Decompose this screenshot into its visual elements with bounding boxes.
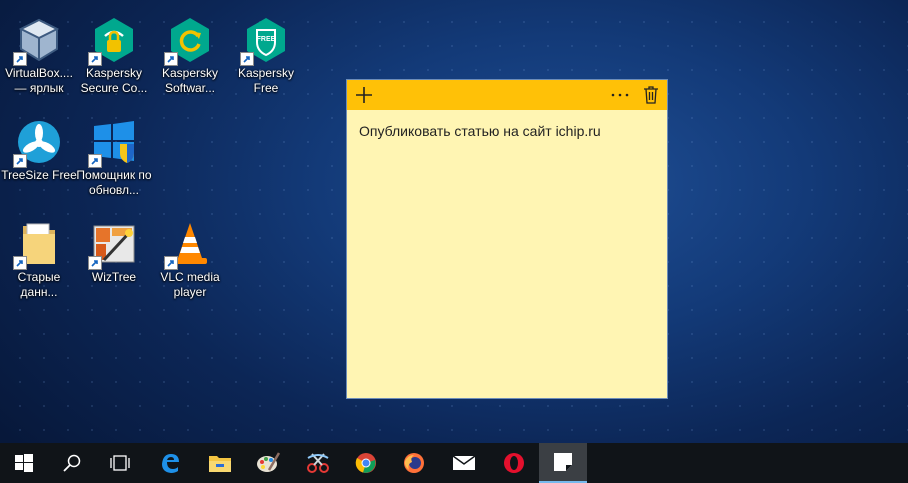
shortcut-arrow-icon: [13, 154, 27, 168]
desktop-icon-label: VirtualBox.... — ярлык: [5, 66, 73, 95]
folder-icon: [13, 220, 63, 270]
add-note-button[interactable]: [349, 80, 379, 110]
taskbar-file-explorer[interactable]: [196, 443, 244, 483]
desktop-icon-update-assistant[interactable]: Помощник по обновл...: [75, 112, 153, 198]
shortcut-arrow-icon: [13, 256, 27, 270]
shortcut-arrow-icon: [164, 52, 178, 66]
search-button[interactable]: [48, 443, 96, 483]
shortcut-arrow-icon: [88, 52, 102, 66]
shortcut-arrow-icon: [88, 256, 102, 270]
start-icon: [15, 454, 33, 472]
desktop-icon-label: WizTree: [91, 270, 137, 284]
opera-icon: [504, 453, 524, 473]
sticky-notes-icon: [554, 453, 572, 471]
windows-update-assistant-icon: [88, 118, 138, 168]
desktop-icon-label: Kaspersky Secure Co...: [80, 66, 148, 95]
taskbar-firefox[interactable]: [390, 443, 438, 483]
taskbar-edge[interactable]: [146, 443, 194, 483]
kaspersky-secure-connection-icon: [88, 16, 138, 66]
taskbar-snipping-tool[interactable]: [294, 443, 342, 483]
taskbar-paint[interactable]: [244, 443, 292, 483]
desktop-icon-label: Старые данн...: [17, 270, 61, 299]
desktop-icon-label: Kaspersky Free: [237, 66, 295, 95]
desktop-icon-label: TreeSize Free: [1, 168, 77, 182]
start-button[interactable]: [0, 443, 48, 483]
shortcut-arrow-icon: [13, 52, 27, 66]
snipping-tool-icon: [307, 453, 329, 473]
trash-icon: [644, 86, 658, 104]
firefox-icon: [404, 453, 424, 473]
vlc-icon: [164, 220, 214, 270]
desktop-icon-kaspersky-secure[interactable]: Kaspersky Secure Co...: [75, 10, 153, 96]
search-icon: [63, 454, 81, 472]
shortcut-arrow-icon: [240, 52, 254, 66]
kaspersky-software-updater-icon: [164, 16, 214, 66]
sticky-note-titlebar[interactable]: [347, 80, 667, 110]
more-icon: [611, 93, 629, 97]
taskbar: [0, 443, 908, 483]
task-view-button[interactable]: [96, 443, 144, 483]
kaspersky-free-icon: FREE: [240, 16, 290, 66]
sticky-note-window[interactable]: Опубликовать статью на сайт ichip.ru: [346, 79, 668, 399]
chrome-icon: [355, 453, 376, 473]
plus-icon: [356, 87, 372, 103]
mail-icon: [452, 455, 476, 470]
svg-text:FREE: FREE: [257, 36, 276, 43]
edge-icon: [162, 454, 179, 473]
treesize-icon: [13, 118, 63, 168]
desktop-icon-treesize[interactable]: TreeSize Free: [0, 112, 78, 183]
wiztree-icon: [88, 220, 138, 270]
desktop-icon-label: Kaspersky Softwar...: [161, 66, 219, 95]
shortcut-arrow-icon: [88, 154, 102, 168]
taskbar-mail[interactable]: [440, 443, 488, 483]
menu-button[interactable]: [605, 80, 635, 110]
virtualbox-icon: [13, 16, 63, 66]
delete-note-button[interactable]: [636, 80, 666, 110]
taskbar-chrome[interactable]: [342, 443, 390, 483]
desktop-icon-virtualbox[interactable]: VirtualBox.... — ярлык: [0, 10, 78, 96]
shortcut-arrow-icon: [164, 256, 178, 270]
desktop-icon-kaspersky-software[interactable]: Kaspersky Softwar...: [151, 10, 229, 96]
desktop-icon-vlc[interactable]: VLC media player: [151, 214, 229, 300]
paint-icon: [257, 452, 280, 472]
desktop-icon-label: Помощник по обновл...: [76, 168, 152, 197]
desktop-icon-kaspersky-free[interactable]: FREE Kaspersky Free: [227, 10, 305, 96]
file-explorer-icon: [209, 456, 231, 472]
taskbar-sticky-notes[interactable]: [539, 443, 587, 483]
desktop-icon-wiztree[interactable]: WizTree: [75, 214, 153, 285]
desktop-icon-label: VLC media player: [160, 270, 220, 299]
sticky-note-text[interactable]: Опубликовать статью на сайт ichip.ru: [347, 110, 667, 152]
taskbar-opera[interactable]: [490, 443, 538, 483]
desktop-icon-old-data[interactable]: Старые данн...: [0, 214, 78, 300]
task-view-icon: [110, 455, 130, 471]
